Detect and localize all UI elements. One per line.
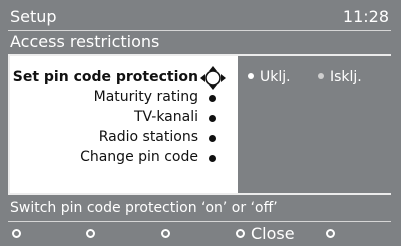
header-bar: Setup 11:28 [8, 4, 391, 31]
color-key-icon[interactable] [86, 229, 95, 238]
settings-panel: Set pin code protection Maturity rating … [8, 54, 391, 195]
help-text: Switch pin code protection ‘on’ or ‘off’ [10, 200, 278, 216]
menu-item-label: Change pin code [80, 149, 198, 165]
help-bar: Switch pin code protection ‘on’ or ‘off’ [8, 199, 391, 222]
option-off[interactable]: Isklj. [318, 69, 362, 85]
menu-item-label: TV-kanali [133, 109, 198, 125]
menu-bullet-icon [209, 95, 216, 102]
menu-item-label: Radio stations [98, 129, 198, 145]
option-bullet-icon [318, 73, 324, 79]
navigation-cross-icon [200, 66, 226, 90]
option-on-label: Uklj. [260, 69, 291, 85]
menu-item-label: Maturity rating [93, 89, 198, 105]
menu-bullet-icon [209, 155, 216, 162]
menu-item-tv-kanali[interactable]: TV-kanali [10, 108, 238, 128]
option-bullet-icon [248, 73, 254, 79]
color-key-icon[interactable] [161, 229, 170, 238]
menu-item-maturity-rating[interactable]: Maturity rating [10, 88, 238, 108]
menu-item-label: Set pin code protection [12, 69, 198, 85]
menu-bullet-icon [209, 135, 216, 142]
close-button[interactable]: Close [251, 224, 295, 243]
menu-item-set-pin-code-protection[interactable]: Set pin code protection [10, 66, 238, 90]
color-key-icon[interactable] [236, 229, 245, 238]
color-key-icon[interactable] [12, 229, 21, 238]
menu-bullet-icon [209, 115, 216, 122]
page-title: Setup [10, 7, 57, 26]
color-key-bar: Close [8, 224, 391, 244]
menu-item-radio-stations[interactable]: Radio stations [10, 128, 238, 148]
option-on[interactable]: Uklj. [248, 69, 291, 85]
color-key-icon[interactable] [326, 229, 335, 238]
section-title: Access restrictions [10, 32, 160, 51]
clock: 11:28 [342, 7, 389, 26]
option-off-label: Isklj. [330, 69, 362, 85]
menu-list: Set pin code protection Maturity rating … [10, 66, 238, 168]
menu-item-change-pin-code[interactable]: Change pin code [10, 148, 238, 168]
